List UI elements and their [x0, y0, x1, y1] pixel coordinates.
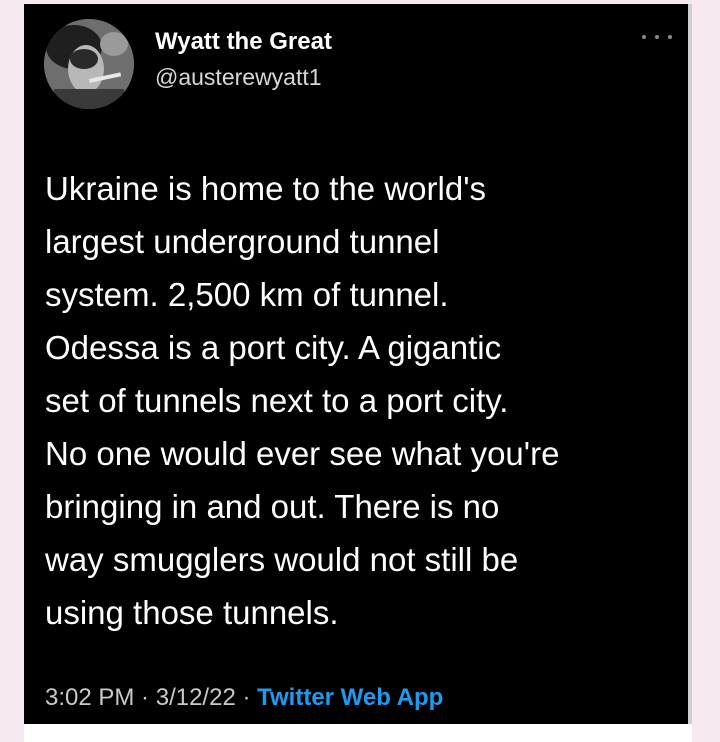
dot [642, 35, 646, 39]
tweet-source-link[interactable]: Twitter Web App [257, 684, 443, 711]
user-avatar[interactable] [44, 19, 134, 109]
bottom-strip [24, 724, 692, 742]
dot [668, 35, 672, 39]
meta-separator: · [134, 684, 156, 711]
meta-separator: · [235, 684, 258, 711]
tweet-card: Wyatt the Great @austerewyatt1 Ukraine i… [24, 4, 692, 724]
tweet-text: Ukraine is home to the world's largest u… [45, 170, 560, 631]
screenshot-frame: Wyatt the Great @austerewyatt1 Ukraine i… [0, 0, 720, 742]
user-handle[interactable]: @austerewyatt1 [155, 64, 322, 91]
tweet-meta: 3:02 PM · 3/12/22 · Twitter Web App [45, 684, 443, 712]
display-name[interactable]: Wyatt the Great [155, 28, 332, 56]
tweet-date[interactable]: 3/12/22 [156, 684, 236, 711]
ellipsis-icon[interactable] [642, 28, 672, 46]
avatar-portrait-icon [44, 19, 134, 109]
tweet-time[interactable]: 3:02 PM [45, 684, 134, 711]
dot [655, 35, 659, 39]
